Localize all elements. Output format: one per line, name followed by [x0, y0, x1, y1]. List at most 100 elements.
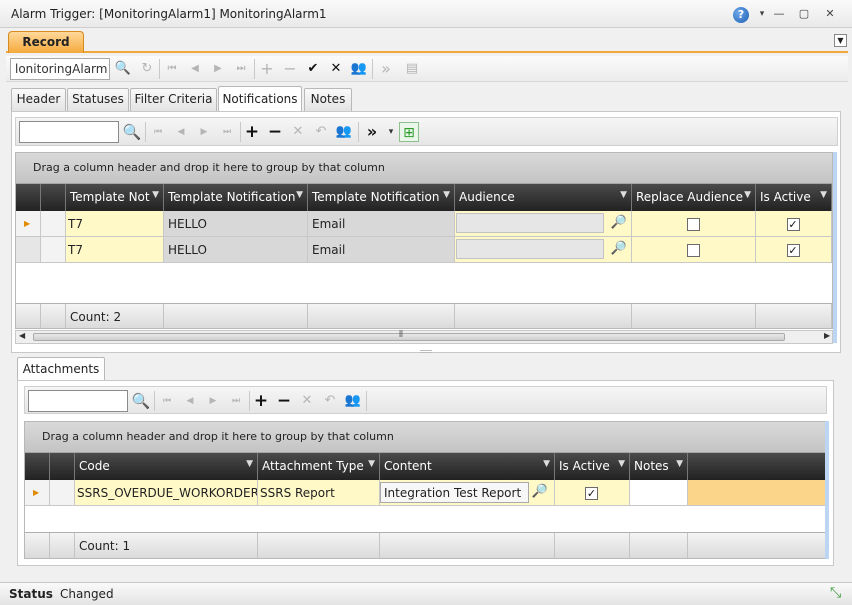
tab-statuses[interactable]: Statuses	[67, 88, 129, 111]
tab-filter-criteria[interactable]: Filter Criteria	[130, 88, 217, 111]
tab-notifications[interactable]: Notifications	[218, 86, 302, 112]
lookup-icon[interactable]: 🔎	[611, 241, 627, 256]
previous-record-icon[interactable]: ◀	[185, 59, 205, 79]
filter-icon[interactable]: ▼	[368, 459, 375, 469]
search-icon[interactable]: 🔍	[113, 59, 133, 79]
audience-field[interactable]	[456, 213, 604, 233]
next-row-icon[interactable]: ▶	[194, 122, 214, 142]
cell-notification-type[interactable]: Email	[308, 237, 455, 263]
column-header-replace-audience[interactable]: Replace Audience ▼	[632, 184, 756, 211]
remove-record-icon[interactable]: −	[280, 59, 300, 79]
cell-is-active[interactable]: ✓	[756, 237, 832, 263]
users-icon[interactable]: 👥	[334, 122, 354, 142]
scroll-left-icon[interactable]: ◀	[19, 331, 25, 340]
remove-row-icon[interactable]: −	[265, 122, 285, 142]
users-icon[interactable]: 👥	[349, 59, 369, 79]
cell-notes[interactable]	[630, 480, 688, 506]
last-row-icon[interactable]: ⏭	[217, 122, 237, 142]
notifications-search-input[interactable]	[19, 121, 119, 143]
filter-icon[interactable]: ▼	[296, 190, 303, 200]
minimize-icon[interactable]: —	[771, 6, 787, 22]
table-row[interactable]: ▶ SSRS_OVERDUE_WORKORDERS SSRS Report In…	[25, 480, 825, 506]
cell-notification[interactable]: HELLO	[164, 211, 308, 237]
cancel-edit-icon[interactable]: ✕	[288, 122, 308, 142]
add-row-icon[interactable]: +	[242, 122, 262, 142]
first-record-icon[interactable]: ⏮	[162, 59, 182, 79]
cell-code[interactable]: SSRS_OVERDUE_WORKORDERS	[75, 480, 258, 506]
cell-replace-audience[interactable]	[632, 211, 756, 237]
tab-notes[interactable]: Notes	[304, 88, 352, 111]
audience-field[interactable]	[456, 239, 604, 259]
previous-row-icon[interactable]: ◀	[171, 122, 191, 142]
users-icon[interactable]: 👥	[343, 391, 363, 411]
cell-notification-type[interactable]: Email	[308, 211, 455, 237]
collapse-icon[interactable]: ▼	[834, 34, 847, 47]
is-active-checkbox[interactable]: ✓	[585, 487, 598, 500]
chevron-down-icon[interactable]: ▾	[381, 122, 401, 142]
is-active-checkbox[interactable]: ✓	[786, 218, 800, 231]
column-header-template-not[interactable]: Template Not ▼	[66, 184, 164, 211]
notifications-horizontal-scrollbar[interactable]: ◀ ⦀ ▶	[15, 330, 833, 344]
add-record-icon[interactable]: +	[257, 59, 277, 79]
table-row[interactable]: ▶ T7 HELLO Email 🔎 ✓	[16, 211, 832, 237]
group-by-area[interactable]: Drag a column header and drop it here to…	[16, 153, 832, 184]
first-row-icon[interactable]: ⏮	[148, 122, 168, 142]
resize-icon[interactable]: ⤡	[830, 585, 841, 601]
last-row-icon[interactable]: ⏭	[226, 391, 246, 411]
undo-icon[interactable]: ↶	[320, 391, 340, 411]
new-row-icon[interactable]: ⊞	[399, 122, 419, 142]
cell-template[interactable]: T7	[66, 211, 164, 237]
content-field[interactable]: Integration Test Report	[380, 482, 529, 503]
filter-icon[interactable]: ▼	[618, 459, 625, 469]
more-actions-icon[interactable]: »	[376, 59, 396, 79]
column-header-content[interactable]: Content ▼	[380, 453, 555, 480]
group-by-area[interactable]: Drag a column header and drop it here to…	[25, 422, 825, 453]
cancel-edit-icon[interactable]: ✕	[297, 391, 317, 411]
column-header-is-active[interactable]: Is Active ▼	[555, 453, 630, 480]
search-icon[interactable]: 🔍	[131, 391, 151, 411]
cell-replace-audience[interactable]	[632, 237, 756, 263]
cell-notification[interactable]: HELLO	[164, 237, 308, 263]
lookup-icon[interactable]: 🔎	[532, 484, 548, 499]
record-tab[interactable]: Record	[8, 31, 84, 53]
filter-icon[interactable]: ▼	[152, 190, 159, 200]
scroll-thumb[interactable]: ⦀	[33, 330, 785, 341]
attachments-search-input[interactable]	[28, 390, 128, 412]
column-header-code[interactable]: Code ▼	[75, 453, 258, 480]
filter-icon[interactable]: ▼	[246, 459, 253, 469]
close-icon[interactable]: ✕	[822, 6, 838, 22]
column-header-template-notification[interactable]: Template Notification ▼	[164, 184, 308, 211]
cell-is-active[interactable]: ✓	[756, 211, 832, 237]
document-icon[interactable]: ▤	[402, 59, 422, 79]
cell-content[interactable]: Integration Test Report 🔎	[380, 480, 555, 506]
filter-icon[interactable]: ▼	[543, 459, 550, 469]
filter-icon[interactable]: ▼	[620, 190, 627, 200]
table-row[interactable]: T7 HELLO Email 🔎 ✓	[16, 237, 832, 263]
splitter-handle[interactable]	[420, 350, 432, 353]
record-id-field[interactable]: lonitoringAlarm1	[10, 58, 110, 80]
column-header-audience[interactable]: Audience ▼	[455, 184, 632, 211]
filter-icon[interactable]: ▼	[443, 190, 450, 200]
last-record-icon[interactable]: ⏭	[231, 59, 251, 79]
cell-is-active[interactable]: ✓	[555, 480, 630, 506]
column-header-attachment-type[interactable]: Attachment Type ▼	[258, 453, 380, 480]
filter-icon[interactable]: ▼	[820, 190, 827, 200]
cell-audience[interactable]: 🔎	[455, 211, 632, 237]
next-record-icon[interactable]: ▶	[208, 59, 228, 79]
attachments-vertical-scrollbar[interactable]	[825, 421, 829, 559]
search-icon[interactable]: 🔍	[122, 122, 142, 142]
cancel-icon[interactable]: ✕	[326, 59, 346, 79]
remove-row-icon[interactable]: −	[274, 391, 294, 411]
help-dropdown-icon[interactable]: ▾	[754, 6, 770, 22]
notifications-vertical-scrollbar[interactable]	[833, 152, 837, 343]
save-check-icon[interactable]: ✔	[303, 59, 323, 79]
is-active-checkbox[interactable]: ✓	[786, 244, 800, 257]
refresh-icon[interactable]: ↻	[137, 59, 157, 79]
maximize-icon[interactable]: ▢	[796, 6, 812, 22]
lookup-icon[interactable]: 🔎	[611, 215, 627, 230]
column-header-notes[interactable]: Notes ▼	[630, 453, 688, 480]
tab-attachments[interactable]: Attachments	[17, 357, 105, 381]
undo-icon[interactable]: ↶	[311, 122, 331, 142]
replace-audience-checkbox[interactable]	[686, 218, 700, 231]
previous-row-icon[interactable]: ◀	[180, 391, 200, 411]
